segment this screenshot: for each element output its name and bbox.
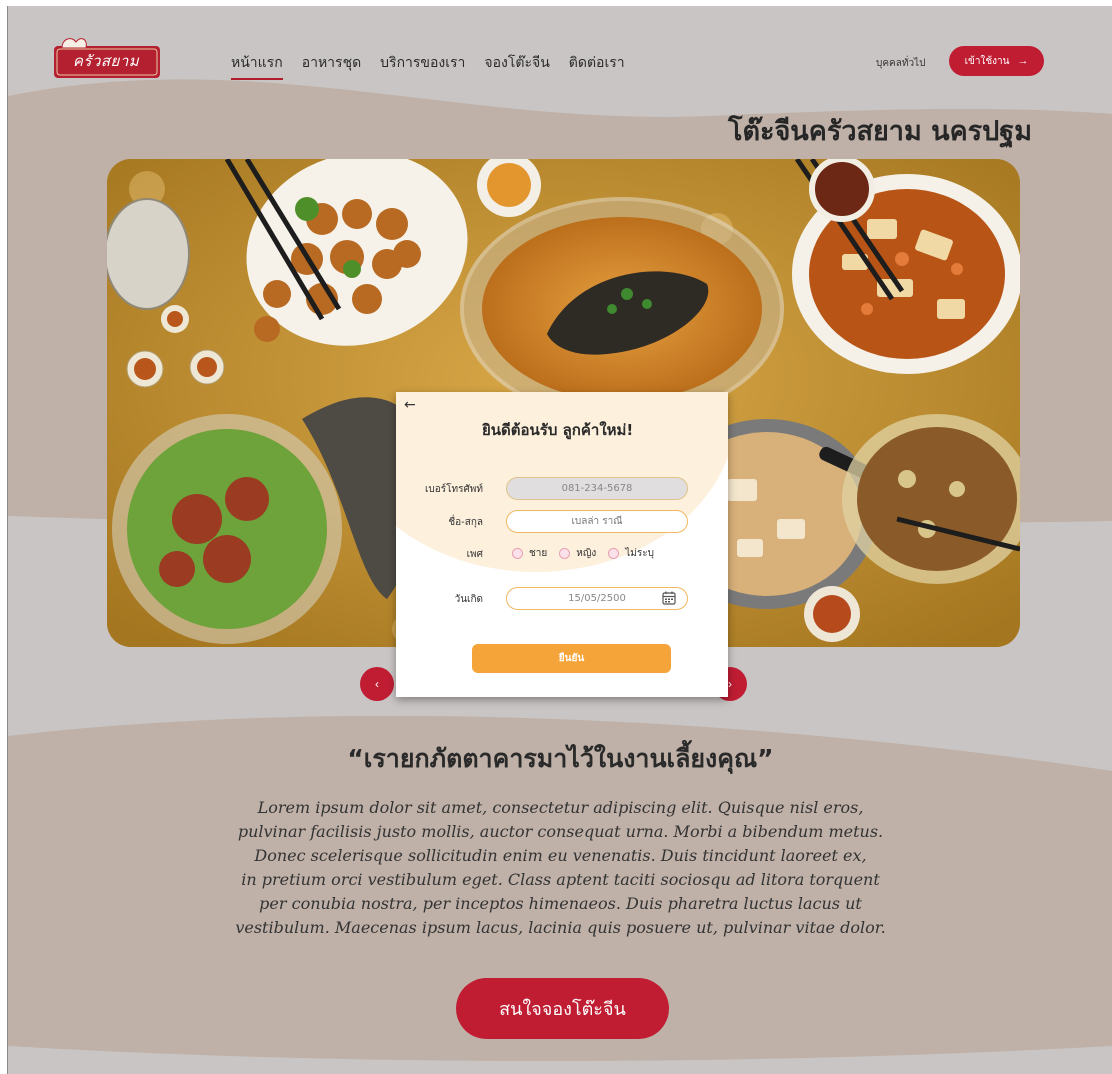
hero-title: โต๊ะจีนครัวสยาม นครปฐม <box>727 116 1032 147</box>
page: ครัวสยาม หน้าแรก อาหารชุด บริการของเรา จ… <box>7 6 1112 1074</box>
calendar-icon[interactable] <box>662 591 676 605</box>
nav-item-booking[interactable]: จองโต๊ะจีน <box>484 52 549 80</box>
book-table-button[interactable]: สนใจจองโต๊ะจีน <box>456 978 669 1039</box>
gender-radio-group: ชาย หญิง ไม่ระบุ <box>512 546 654 561</box>
back-arrow-icon[interactable]: ← <box>404 398 416 412</box>
main-nav: หน้าแรก อาหารชุด บริการของเรา จองโต๊ะจีน… <box>231 52 625 80</box>
gender-option-female[interactable]: หญิง <box>559 546 596 561</box>
birthday-label: วันเกิด <box>454 594 483 605</box>
login-button-label: เข้าใช้งาน <box>964 55 1010 67</box>
arrow-right-icon: → <box>1017 55 1029 67</box>
nav-item-contact[interactable]: ติดต่อเรา <box>569 52 625 80</box>
gender-option-label: หญิง <box>576 548 597 559</box>
birthday-input[interactable] <box>506 587 688 610</box>
name-row: ชื่อ-สกุล <box>396 510 728 534</box>
nav-item-services[interactable]: บริการของเรา <box>380 52 465 80</box>
phone-input[interactable] <box>506 477 688 500</box>
gender-row: เพศ ชาย หญิง ไม่ระบุ <box>396 542 728 566</box>
phone-row: เบอร์โทรศัพท์ <box>396 477 728 501</box>
confirm-button[interactable]: ยืนยัน <box>472 644 671 673</box>
radio-circle-icon[interactable] <box>512 548 523 559</box>
modal-title: ยินดีต้อนรับ ลูกค้าใหม่! <box>482 421 634 439</box>
user-type-label[interactable]: บุคคลทั่วไป <box>876 56 925 71</box>
gender-option-label: ชาย <box>529 548 548 559</box>
name-label: ชื่อ-สกุล <box>448 517 483 528</box>
login-button[interactable]: เข้าใช้งาน → <box>949 46 1044 76</box>
logo-text: ครัวสยาม <box>72 52 140 70</box>
gender-option-label: ไม่ระบุ <box>625 548 654 559</box>
gender-option-unspecified[interactable]: ไม่ระบุ <box>608 546 654 561</box>
nav-item-set-menu[interactable]: อาหารชุด <box>302 52 361 80</box>
registration-modal: ← ยินดีต้อนรับ ลูกค้าใหม่! เบอร์โทรศัพท์… <box>396 392 728 697</box>
phone-label: เบอร์โทรศัพท์ <box>424 484 483 495</box>
body-paragraph: Lorem ipsum dolor sit amet, consectetur … <box>235 798 886 937</box>
radio-circle-icon[interactable] <box>559 548 571 559</box>
logo[interactable]: ครัวสยาม <box>48 36 164 80</box>
tagline-quote: “เรายกภัตตาคารมาไว้ในงานเลี้ยงคุณ” <box>347 744 774 773</box>
radio-circle-icon[interactable] <box>608 548 620 559</box>
carousel-prev-button[interactable]: ‹ <box>360 667 394 701</box>
gender-label: เพศ <box>466 549 483 560</box>
nav-item-home[interactable]: หน้าแรก <box>231 52 283 80</box>
gender-option-male[interactable]: ชาย <box>512 546 547 561</box>
name-input[interactable] <box>506 510 688 533</box>
birthday-row: วันเกิด <box>396 587 728 611</box>
